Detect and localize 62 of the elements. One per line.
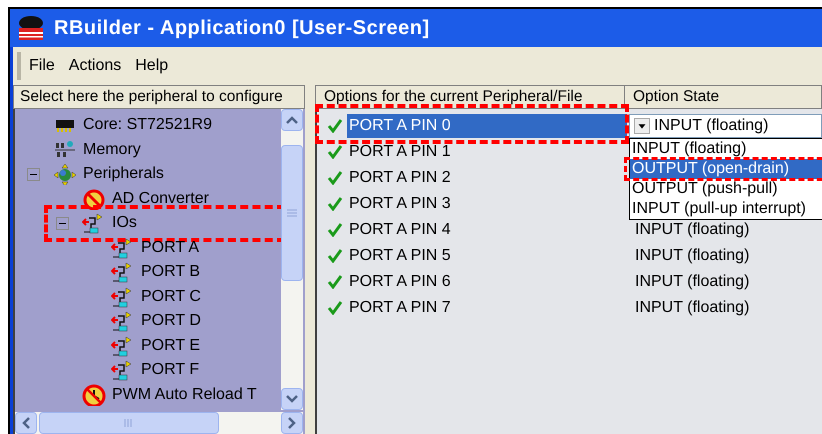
tree-item[interactable]: IOs <box>112 211 137 236</box>
tree-item[interactable]: PORT E <box>141 334 200 358</box>
tree-item[interactable]: Memory <box>83 138 141 162</box>
scroll-down-button[interactable] <box>281 388 303 410</box>
tree-item[interactable]: PORT D <box>141 309 201 334</box>
dropdown-option[interactable]: OUTPUT (push-pull) <box>630 179 822 199</box>
chevron-up-icon <box>286 116 298 124</box>
checkmark-icon <box>327 275 343 289</box>
globe-icon <box>53 163 77 186</box>
dropdown-option[interactable]: INPUT (floating) <box>630 139 822 159</box>
option-state: INPUT (floating) <box>635 246 750 266</box>
app-logo-icon <box>16 15 46 41</box>
tree-item[interactable]: Core: ST72521R9 <box>83 113 212 138</box>
grip-icon <box>287 209 297 217</box>
scroll-up-button[interactable] <box>281 109 303 131</box>
tree-item[interactable]: AD Converter <box>112 186 209 211</box>
checkmark-icon <box>327 249 343 263</box>
option-name[interactable]: PORT A PIN 5 <box>347 244 627 268</box>
expander-toggle[interactable] <box>27 168 40 181</box>
column-header[interactable]: Select here the peripheral to configure <box>13 85 305 109</box>
scroll-thumb[interactable] <box>39 412 219 434</box>
option-name[interactable]: PORT A PIN 3 <box>347 192 627 216</box>
tree-item[interactable]: Peripherals <box>83 162 164 186</box>
option-name[interactable]: PORT A PIN 6 <box>347 270 627 294</box>
dropdown-option[interactable]: INPUT (pull-up interrupt) <box>630 199 822 219</box>
option-name[interactable]: PORT A PIN 4 <box>347 218 627 242</box>
chevron-right-icon <box>288 417 296 429</box>
option-state: INPUT (floating) <box>635 298 750 318</box>
scroll-right-button[interactable] <box>281 412 303 434</box>
option-state: INPUT (floating) <box>635 220 750 240</box>
checkmark-icon <box>327 301 343 315</box>
checkmark-icon <box>327 171 343 185</box>
clock-icon <box>82 384 106 406</box>
option-state: INPUT (floating) <box>635 272 750 292</box>
checkmark-icon <box>327 223 343 237</box>
tree-item[interactable]: PORT A <box>141 236 200 260</box>
menu-item[interactable]: File <box>29 54 55 78</box>
scroll-thumb[interactable] <box>281 145 303 281</box>
state-dropdown[interactable]: INPUT (floating) <box>629 114 822 138</box>
tree-item[interactable]: PORT F <box>141 358 200 382</box>
tree-item[interactable]: PWM Auto Reload T <box>112 382 257 407</box>
menu-item[interactable]: Help <box>135 54 168 78</box>
prohibited-icon <box>82 188 106 210</box>
grip-icon <box>124 419 134 427</box>
window-title: RBuilder - Application0 [User-Screen] <box>54 16 430 41</box>
tree-item[interactable]: PORT C <box>141 284 201 309</box>
expander-toggle[interactable] <box>56 216 69 230</box>
option-name[interactable]: PORT A PIN 0 <box>347 114 627 138</box>
option-name[interactable]: PORT A PIN 1 <box>347 140 627 164</box>
column-header[interactable]: Option State <box>625 85 822 109</box>
menu-item[interactable]: Actions <box>68 54 122 78</box>
tree-item[interactable]: PORT B <box>141 260 200 284</box>
checkmark-icon <box>327 197 343 211</box>
checkmark-icon <box>327 119 343 133</box>
chevron-left-icon <box>22 417 30 429</box>
column-header[interactable]: Options for the current Peripheral/File <box>315 85 625 109</box>
dropdown-option[interactable]: OUTPUT (open-drain) <box>630 159 822 179</box>
option-name[interactable]: PORT A PIN 7 <box>347 296 627 320</box>
option-name[interactable]: PORT A PIN 2 <box>347 166 627 190</box>
chevron-down-icon <box>286 395 298 403</box>
checkmark-icon <box>327 145 343 159</box>
scroll-left-button[interactable] <box>15 412 37 434</box>
